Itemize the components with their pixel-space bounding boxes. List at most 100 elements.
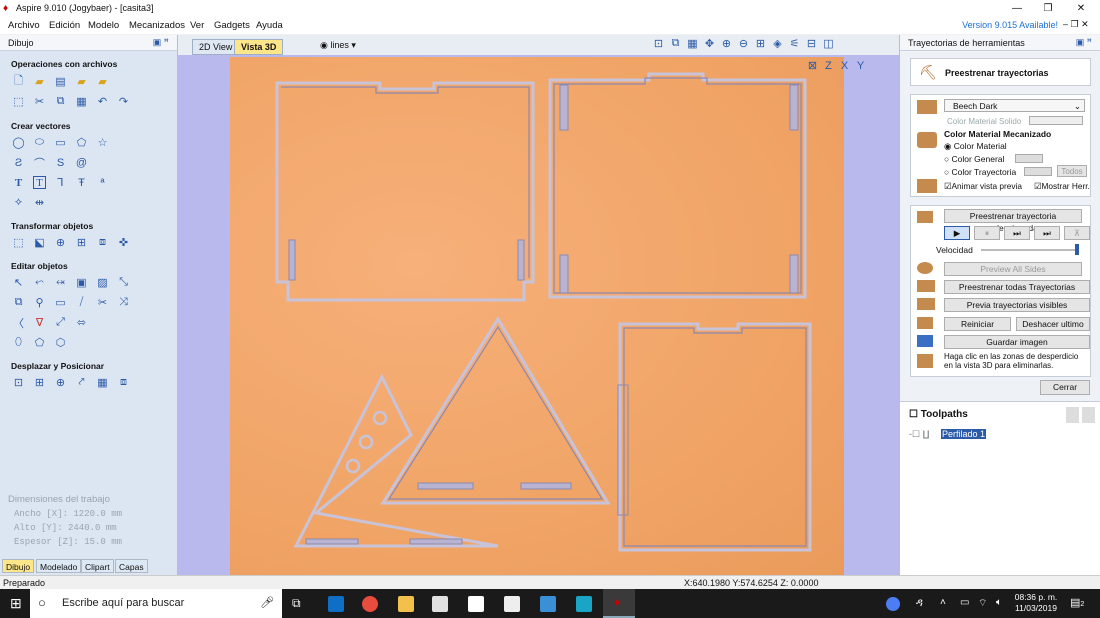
mail-icon[interactable] [504,596,520,612]
size-icon[interactable]: ⧈ [96,236,109,249]
split-v-icon[interactable]: ◫ [822,37,835,50]
menu-ver[interactable]: Ver [190,20,204,31]
block-copy-icon[interactable]: ⧈ [117,376,130,389]
smooth-icon[interactable]: ⬠ [33,336,46,349]
axis-y-view-icon[interactable]: Y [854,59,867,72]
preview-selected-button[interactable]: Preestrenar trayectoria seleccionada [944,209,1082,233]
pin-icon[interactable]: ▣ ꟸ [1076,37,1092,48]
extend-icon[interactable]: ⤢ [54,316,67,329]
pan-icon[interactable]: ✥ [703,37,716,50]
preview-all-sides-button[interactable]: Preview All Sides [944,262,1082,276]
offset-icon[interactable]: ▭ [54,296,67,309]
close-button[interactable]: ✕ [1066,0,1096,17]
radio-color-material[interactable]: ◉ Color Material [944,141,1007,152]
nest-icon[interactable]: ⊡ [12,376,25,389]
people-icon[interactable]: ዳ [916,597,923,610]
app-c-icon[interactable] [576,596,592,612]
cut-icon[interactable]: ✂ [33,95,46,108]
trim-icon[interactable]: ⤡ [117,276,130,289]
axis-x-view-icon[interactable]: X [838,59,851,72]
dimension-icon[interactable]: ⟡ [12,196,25,209]
ellipse-icon[interactable]: ⬭ [33,136,46,149]
clock[interactable]: 08:36 p. m. 11/03/2019 [1014,592,1058,614]
tab-clipart[interactable]: Clipart [81,559,114,573]
group-icon[interactable]: ▣ [75,276,88,289]
preview-all-toolpaths-button[interactable]: Preestrenar todas Trayectorias [944,280,1090,294]
step-repeat-icon[interactable]: ⤤ [75,376,88,389]
pin-icon[interactable]: ▣ ꟸ [153,37,169,48]
zoom-extents-icon[interactable]: ⊡ [652,37,665,50]
transform-mode-icon[interactable]: ⬾ [54,276,67,289]
end-button[interactable]: ⏭ [1034,226,1060,240]
tab-3d-view[interactable]: Vista 3D [234,39,284,55]
mdi-window-controls[interactable]: ‒ ❐ ✕ [1063,19,1089,30]
scissors-icon[interactable]: ✂ [96,296,109,309]
save-icon[interactable]: ▤ [54,75,67,88]
preview-visible-button[interactable]: Previa trayectorias visibles [944,298,1090,312]
render-icon[interactable]: ◈ [771,37,784,50]
stop-button[interactable]: ⊼ [1064,226,1090,240]
weld-icon[interactable]: ⧉ [12,296,25,309]
3d-scene[interactable]: ⊠ Z X Y [178,55,899,575]
taskbar-search[interactable]: ○ Escribe aquí para buscar 🎤︎ [30,589,282,618]
network-icon[interactable]: ⌔ [978,597,987,610]
chrome-icon[interactable] [362,596,378,612]
todos-button[interactable]: Todos [1057,165,1087,177]
grid-icon[interactable]: ▦ [96,376,109,389]
text-autolayout-icon[interactable]: Ŧ [75,176,88,189]
import-vector-icon[interactable]: ▰ [96,75,109,88]
menu-archivo[interactable]: Archivo [8,20,40,31]
undo-last-button[interactable]: Deshacer ultimo [1016,317,1090,331]
center-icon[interactable]: ✜ [117,236,130,249]
tab-modelado[interactable]: Modelado [36,559,82,573]
windows-start-icon[interactable]: ⊞ [10,595,22,612]
split-h-icon[interactable]: ⊟ [805,37,818,50]
notifications-icon[interactable]: ▤2 [1070,596,1084,609]
microphone-icon[interactable]: 🎤︎ [260,596,274,609]
move-down-icon[interactable] [1082,407,1095,423]
paste-icon[interactable]: ▦ [75,95,88,108]
menu-modelo[interactable]: Modelo [88,20,119,31]
version-available-link[interactable]: Version 9.015 Available! [962,20,1058,30]
arc-icon[interactable]: ⌒ [33,156,46,170]
undo-icon[interactable]: ↶ [96,95,109,108]
tab-capas[interactable]: Capas [115,559,148,573]
array-icon[interactable]: ⊞ [33,376,46,389]
minimize-button[interactable]: — [1002,0,1032,17]
toolpath-color-picker[interactable] [1024,167,1052,176]
tab-2d-view[interactable]: 2D View [192,39,240,55]
select-all-icon[interactable]: ⬚ [12,95,25,108]
menu-ayuda[interactable]: Ayuda [256,20,283,31]
maximize-button[interactable]: ❐ [1033,0,1063,17]
tab-dibujo[interactable]: Dibujo [2,559,35,573]
store-icon[interactable] [432,596,448,612]
tray-chevron-icon[interactable]: ˄ [940,597,946,608]
zoom-box-icon[interactable]: ⊞ [754,37,767,50]
copy-along-icon[interactable]: ⊕ [54,376,67,389]
menu-gadgets[interactable]: Gadgets [214,20,250,31]
text-arc-icon[interactable]: ª [96,176,109,189]
fit-icon[interactable]: ⧉ [669,37,682,50]
close-preview-button[interactable]: Cerrar [1040,380,1090,395]
volume-icon[interactable]: 🔈︎ [996,597,1002,608]
zoom-out-icon[interactable]: ⊖ [737,37,750,50]
help-icon[interactable] [886,597,900,611]
toolpath-item-label[interactable]: Perfilado 1 [941,429,987,439]
pause-button[interactable]: ⏸ [974,226,1000,240]
fillet-icon[interactable]: ⤨ [117,296,130,309]
redo-icon[interactable]: ↷ [117,95,130,108]
scale-icon[interactable]: ⬕ [33,236,46,249]
polyline-icon[interactable]: Ƨ [12,156,25,169]
move-up-icon[interactable] [1066,407,1079,423]
copy-icon[interactable]: ⧉ [54,95,67,108]
align-icon[interactable]: ⊕ [54,236,67,249]
step-button[interactable]: ⏭ [1004,226,1030,240]
text-icon[interactable]: T [12,176,25,189]
tab-icon[interactable]: ⬡ [54,336,67,349]
open-folder-icon[interactable]: ▰ [33,75,46,88]
iso-view-icon[interactable]: ⊠ [806,59,819,72]
play-button[interactable]: ▶ [944,226,970,240]
node-edit-icon[interactable]: ⬿ [33,276,46,289]
solid-color-picker[interactable] [1029,116,1083,125]
task-view-icon[interactable]: ⧉ [292,596,301,611]
